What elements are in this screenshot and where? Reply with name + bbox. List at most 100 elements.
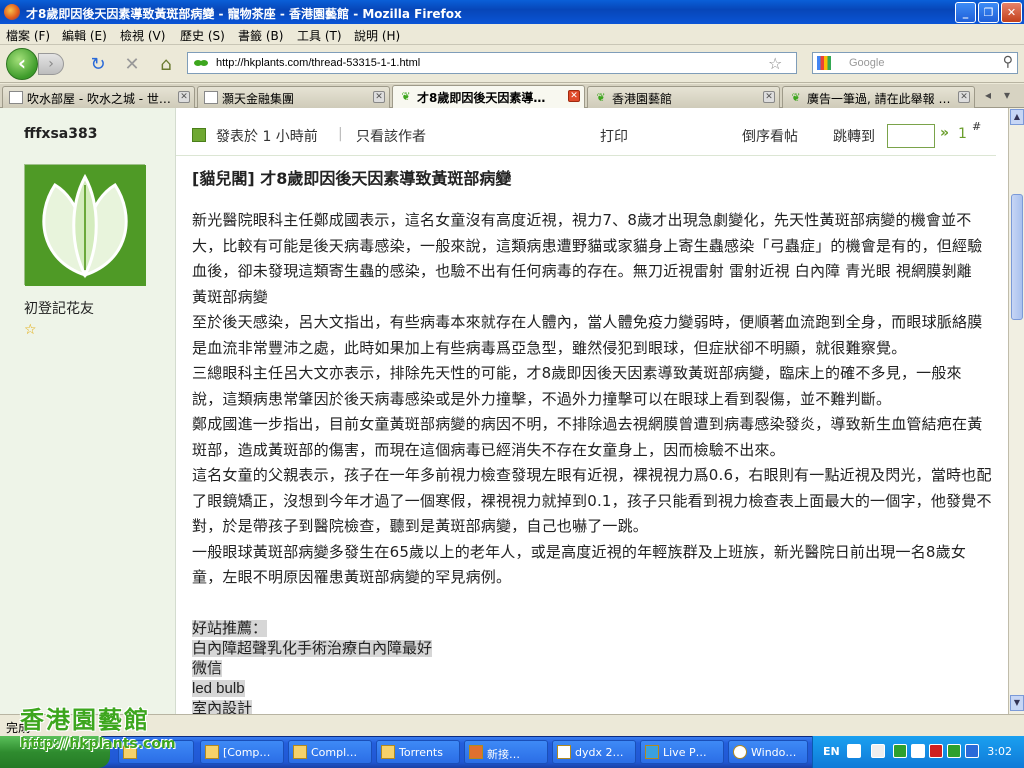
menu-help[interactable]: 說明 (H): [354, 27, 400, 44]
reload-icon[interactable]: ↻: [88, 55, 108, 75]
vertical-scrollbar[interactable]: ▲ ▼: [1008, 108, 1024, 714]
close-tab-icon[interactable]: ✕: [763, 91, 775, 103]
tab-scroll-right-icon[interactable]: ◂: [985, 88, 991, 102]
close-tab-icon[interactable]: ✕: [373, 91, 385, 103]
goto-floor-input[interactable]: [887, 124, 935, 148]
volume-icon[interactable]: [965, 744, 979, 758]
goto-label: 跳轉到: [833, 129, 875, 145]
recommend-link[interactable]: led bulb: [192, 680, 245, 697]
floor-hash: #: [972, 120, 982, 133]
tab-label: 才8歲即因後天因素導…: [417, 91, 546, 105]
folder-icon: [381, 745, 395, 759]
taskbar-item[interactable]: Live P…: [640, 740, 724, 764]
post-meta-bar: 發表於 1 小時前 | 只看該作者 打印 倒序看帖 跳轉到 » 1 #: [176, 108, 996, 156]
network-icon[interactable]: [893, 744, 907, 758]
taskbar-item-label: [Comp…: [223, 746, 271, 759]
scrollbar-thumb[interactable]: [1011, 194, 1023, 320]
tab-label: 吹水部屋 - 吹水之城 - 世…: [27, 92, 171, 106]
recommended-sites: 好站推薦： 白內障超聲乳化手術治療白內障最好 微信 led bulb 室內設計: [192, 619, 992, 714]
leaf-icon: ❦: [401, 90, 411, 103]
leaf-logo-icon: [25, 165, 146, 286]
avatar[interactable]: [24, 164, 146, 286]
recommend-link[interactable]: 白內障超聲乳化手術治療白內障最好: [192, 640, 433, 657]
taskbar-item[interactable]: dydx 2…: [552, 740, 636, 764]
taskbar-item[interactable]: [Comp…: [200, 740, 284, 764]
folder-icon: [293, 745, 307, 759]
post-paragraph: 新光醫院眼科主任鄭成國表示，這名女童沒有高度近視，視力7、8歲才出現急劇變化，先…: [192, 211, 983, 306]
search-icon[interactable]: ⚲: [1003, 54, 1013, 70]
antivirus-icon[interactable]: [929, 744, 943, 758]
floor-number[interactable]: 1: [958, 126, 967, 142]
tab-label: 灝天金融集團: [222, 92, 295, 106]
search-box[interactable]: Google ⚲: [812, 52, 1018, 74]
taskbar-item-label: Live P…: [663, 746, 707, 759]
post-paragraph: 三總眼科主任呂大文亦表示，排除先天性的可能，才8歲即因後天因素導致黃斑部病變，臨…: [192, 364, 962, 408]
google-icon[interactable]: [817, 56, 831, 70]
scroll-up-icon[interactable]: ▲: [1010, 109, 1024, 125]
meta-divider: |: [338, 126, 343, 142]
username[interactable]: fffxsa383: [24, 126, 97, 142]
menu-file[interactable]: 檔案 (F): [6, 27, 50, 44]
back-icon[interactable]: ‹: [6, 48, 38, 80]
scroll-down-icon[interactable]: ▼: [1010, 695, 1024, 711]
user-rank: 初登記花友: [24, 301, 94, 317]
taskbar-item[interactable]: 新接…: [464, 740, 548, 764]
post-title: [貓兒閣] 才8歲即因後天因素導致黃斑部病變: [192, 169, 512, 188]
print-link[interactable]: 打印: [600, 126, 628, 146]
menu-tools[interactable]: 工具 (T): [297, 27, 342, 44]
taskbar-item[interactable]: Windo…: [728, 740, 808, 764]
minimize-button[interactable]: _: [955, 2, 976, 23]
recommend-link[interactable]: 微信: [192, 660, 223, 677]
taskbar-item[interactable]: Compl…: [288, 740, 372, 764]
url-text[interactable]: http://hkplants.com/thread-53315-1-1.htm…: [216, 57, 420, 69]
tray-icon[interactable]: [911, 744, 925, 758]
user-sidebar: fffxsa383 初登記花友 ☆: [0, 108, 176, 714]
close-tab-icon[interactable]: ✕: [958, 91, 970, 103]
home-icon[interactable]: ⌂: [156, 55, 176, 75]
menu-edit[interactable]: 編輯 (E): [62, 27, 107, 44]
post-paragraph: 鄭成國進一步指出，目前女童黃斑部病變的病因不明，不排除過去視網膜曾遭到病毒感染發…: [192, 415, 983, 459]
tab-5[interactable]: ❦ 廣告一筆過, 請在此舉報 … ✕: [782, 86, 975, 108]
system-tray: EN 3:02: [812, 736, 1024, 768]
page-content: fffxsa383 初登記花友 ☆ 發表於 1 小時前 | 只看該作者 打印 倒…: [0, 108, 1008, 714]
goto-arrow-icon[interactable]: »: [940, 125, 949, 141]
maximize-button[interactable]: ❐: [978, 2, 999, 23]
window-title-bar[interactable]: 才8歲即因後天因素導致黃斑部病變 - 寵物茶座 - 香港園藝館 - Mozill…: [0, 0, 1024, 24]
tab-1[interactable]: 吹水部屋 - 吹水之城 - 世… ✕: [2, 86, 195, 108]
recommend-link[interactable]: 室內設計: [192, 700, 253, 714]
tab-2[interactable]: 灝天金融集團 ✕: [197, 86, 390, 108]
close-tab-icon[interactable]: ✕: [568, 90, 580, 102]
recommend-title: 好站推薦：: [192, 620, 268, 637]
taskbar-item[interactable]: Torrents: [376, 740, 460, 764]
only-author-link[interactable]: 只看該作者: [356, 126, 426, 146]
reverse-order-link[interactable]: 倒序看帖: [742, 126, 798, 146]
star-icon: ☆: [24, 322, 37, 338]
arrow-icon[interactable]: [871, 744, 885, 758]
close-button[interactable]: ✕: [1001, 2, 1022, 23]
help-icon[interactable]: [847, 744, 861, 758]
firefox-icon: [469, 745, 483, 759]
close-tab-icon[interactable]: ✕: [178, 91, 190, 103]
tab-3[interactable]: ❦ 才8歲即因後天因素導… ✕: [392, 85, 585, 109]
tab-label: 香港園藝館: [612, 92, 673, 106]
forward-icon[interactable]: ›: [38, 53, 64, 75]
stop-icon[interactable]: ✕: [122, 55, 142, 75]
url-bar[interactable]: http://hkplants.com/thread-53315-1-1.htm…: [187, 52, 797, 74]
watermark-title: 香港園藝館: [20, 706, 150, 734]
taskbar-item-label: Compl…: [311, 746, 358, 759]
online-status-icon: [192, 128, 206, 142]
watermark: 香港園藝館 http://hkplants.com: [20, 700, 190, 760]
media-player-icon: [733, 745, 747, 759]
taskbar-item-label: Torrents: [399, 746, 443, 759]
bookmark-star-icon[interactable]: ☆: [768, 54, 782, 73]
menu-history[interactable]: 歷史 (S): [180, 27, 225, 44]
page-icon: [9, 91, 23, 104]
tray-icon[interactable]: [947, 744, 961, 758]
window-title: 才8歲即因後天因素導致黃斑部病變 - 寵物茶座 - 香港園藝館 - Mozill…: [26, 7, 462, 21]
language-indicator[interactable]: EN: [823, 745, 840, 758]
menu-view[interactable]: 檢視 (V): [120, 27, 165, 44]
tab-list-icon[interactable]: ▾: [1004, 88, 1010, 102]
tab-4[interactable]: ❦ 香港園藝館 ✕: [587, 86, 780, 108]
menu-bookmarks[interactable]: 書籤 (B): [238, 27, 283, 44]
taskbar-item-label: 新接…: [487, 748, 520, 761]
